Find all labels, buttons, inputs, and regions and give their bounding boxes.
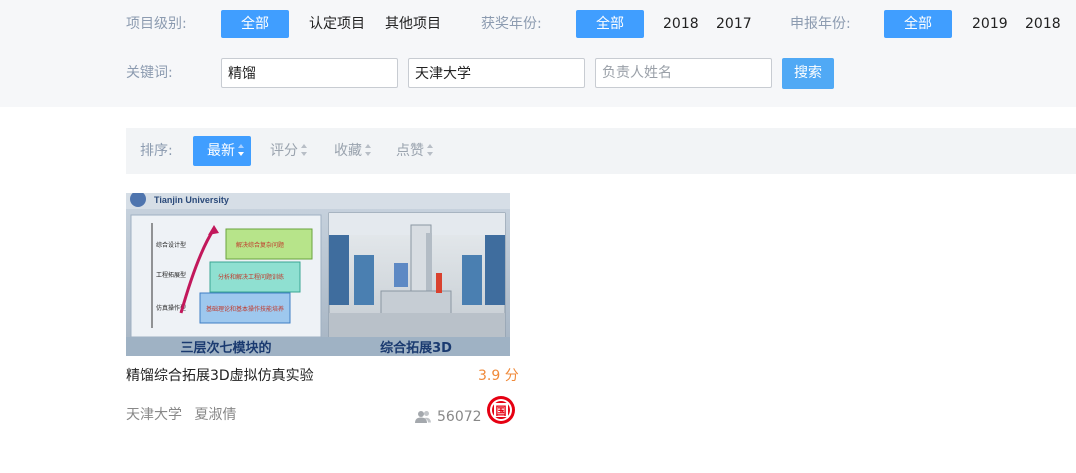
sort-caret-icon xyxy=(300,143,308,157)
project-owner: 夏淑倩 xyxy=(194,407,237,423)
project-score: 3.9 分 xyxy=(478,368,519,384)
sort-likes-label: 点赞 xyxy=(396,143,424,159)
owner-name-input[interactable] xyxy=(595,58,772,88)
sort-bar: 排序: 最新 评分 收藏 点赞 xyxy=(126,128,1076,174)
award-year-option-2018[interactable]: 2018 xyxy=(663,9,699,39)
project-thumbnail[interactable]: Tianjin University 综合设计型 工程拓展型 仿真操作型 解决综… xyxy=(126,193,510,356)
level-option-all[interactable]: 全部 xyxy=(221,10,289,38)
thumbnail-block-3: 基础理论和基本操作技能培养 xyxy=(206,305,284,313)
project-title[interactable]: 精馏综合拓展3D虚拟仿真实验 xyxy=(126,365,314,387)
sort-label: 排序: xyxy=(140,143,173,159)
search-button[interactable]: 搜索 xyxy=(782,58,834,89)
sort-caret-icon xyxy=(237,143,245,157)
sort-newest-label: 最新 xyxy=(207,143,235,159)
thumbnail-header-text: Tianjin University xyxy=(154,195,229,205)
sort-newest[interactable]: 最新 xyxy=(193,136,251,166)
thumbnail-left-caption: 三层次七模块的 xyxy=(180,340,271,356)
sort-caret-icon xyxy=(426,143,434,157)
sort-favorites[interactable]: 收藏 xyxy=(334,136,372,166)
project-views: 56072 xyxy=(415,406,482,428)
level-option-other[interactable]: 其他项目 xyxy=(385,9,441,39)
apply-year-option-2018[interactable]: 2018 xyxy=(1025,9,1061,39)
thumbnail-graphic: Tianjin University 综合设计型 工程拓展型 仿真操作型 解决综… xyxy=(126,193,510,356)
thumbnail-block-2: 分析和解决工程问题训练 xyxy=(218,273,284,281)
badge-text: 国 xyxy=(496,405,507,418)
thumbnail-level-2: 工程拓展型 xyxy=(156,271,186,279)
sort-caret-icon xyxy=(364,143,372,157)
award-year-option-2017[interactable]: 2017 xyxy=(716,9,752,39)
apply-year-option-2019[interactable]: 2019 xyxy=(972,9,1008,39)
users-icon xyxy=(415,411,431,423)
thumbnail-block-1: 解决综合复杂问题 xyxy=(236,241,284,249)
project-university: 天津大学 xyxy=(126,407,182,423)
apply-year-label: 申报年份: xyxy=(790,16,851,32)
sort-rating[interactable]: 评分 xyxy=(270,136,308,166)
filter-panel: 项目级别: 全部 认定项目 其他项目 获奖年份: 全部 2018 2017 申报… xyxy=(0,0,1076,107)
award-year-label: 获奖年份: xyxy=(481,16,542,32)
level-option-certified[interactable]: 认定项目 xyxy=(309,9,365,39)
project-meta: 天津大学 夏淑倩 xyxy=(126,404,236,426)
apply-year-option-all[interactable]: 全部 xyxy=(884,10,952,38)
keyword-label: 关键词: xyxy=(126,65,173,81)
sort-rating-label: 评分 xyxy=(270,143,298,159)
award-year-option-all[interactable]: 全部 xyxy=(576,10,644,38)
university-input[interactable] xyxy=(408,58,585,88)
sort-favorites-label: 收藏 xyxy=(334,143,362,159)
thumbnail-level-1: 综合设计型 xyxy=(156,241,186,249)
level-label: 项目级别: xyxy=(126,16,187,32)
sort-likes[interactable]: 点赞 xyxy=(396,136,434,166)
keyword-input[interactable] xyxy=(221,58,398,88)
national-badge-icon: 国 xyxy=(486,395,516,425)
project-views-count: 56072 xyxy=(437,409,482,425)
thumbnail-right-caption: 综合拓展3D xyxy=(380,340,452,356)
